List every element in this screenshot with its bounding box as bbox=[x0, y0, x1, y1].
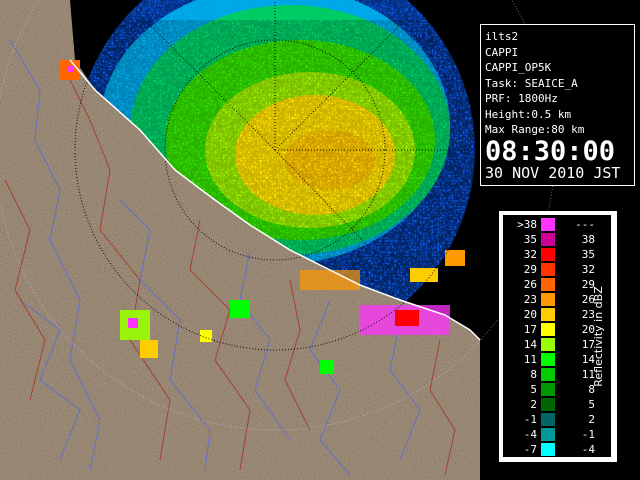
legend-lower-bound: 26 bbox=[523, 278, 537, 291]
legend-upper-bound: 23 bbox=[581, 308, 595, 321]
legend-color-swatch bbox=[541, 278, 555, 291]
legend-color-swatch bbox=[541, 353, 555, 366]
reflectivity-legend: Reflectivity in dBZ >38 --- 35 38 32 35 29 32 26… bbox=[498, 210, 618, 463]
legend-color-swatch bbox=[541, 218, 555, 231]
info-panel: ilts2 CAPPI CAPPI_OP5K Task: SEAICE_A PR… bbox=[480, 24, 635, 186]
legend-color-swatch bbox=[541, 338, 555, 351]
legend-upper-bound: 17 bbox=[581, 338, 595, 351]
legend-upper-bound: 2 bbox=[588, 413, 595, 426]
observation-date: 30 NOV 2010 JST bbox=[485, 163, 621, 182]
legend-upper-bound: 38 bbox=[581, 233, 595, 246]
legend-upper-bound: 32 bbox=[581, 263, 595, 276]
legend-lower-bound: 35 bbox=[523, 233, 537, 246]
legend-color-swatch bbox=[541, 308, 555, 321]
legend-row: >38 --- bbox=[503, 217, 597, 232]
legend-color-swatch bbox=[541, 383, 555, 396]
legend-color-swatch bbox=[541, 248, 555, 261]
legend-upper-bound: 29 bbox=[581, 278, 595, 291]
legend-upper-bound: 5 bbox=[588, 398, 595, 411]
legend-lower-bound: 29 bbox=[523, 263, 537, 276]
legend-lower-bound: 20 bbox=[523, 308, 537, 321]
legend-color-swatch bbox=[541, 428, 555, 441]
legend-lower-bound: 2 bbox=[530, 398, 537, 411]
legend-row: 32 35 bbox=[503, 247, 597, 262]
legend-lower-bound: 14 bbox=[523, 338, 537, 351]
legend-lower-bound: 11 bbox=[523, 353, 537, 366]
legend-row: -1 2 bbox=[503, 412, 597, 427]
legend-upper-bound: 14 bbox=[581, 353, 595, 366]
legend-lower-bound: 23 bbox=[523, 293, 537, 306]
legend-lower-bound: 8 bbox=[530, 368, 537, 381]
legend-color-swatch bbox=[541, 413, 555, 426]
legend-lower-bound: -7 bbox=[523, 443, 537, 456]
legend-row: 20 23 bbox=[503, 307, 597, 322]
legend-upper-bound: 8 bbox=[588, 383, 595, 396]
legend-lower-bound: 32 bbox=[523, 248, 537, 261]
legend-upper-bound: --- bbox=[575, 218, 595, 231]
task-label: Task: SEAICE_A bbox=[485, 76, 578, 90]
product-type: CAPPI bbox=[485, 45, 519, 59]
legend-upper-bound: 26 bbox=[581, 293, 595, 306]
legend-row: 14 17 bbox=[503, 337, 597, 352]
legend-row: 8 11 bbox=[503, 367, 597, 382]
prf-label: PRF: 1800Hz bbox=[485, 92, 558, 105]
legend-row: 11 14 bbox=[503, 352, 597, 367]
legend-row: 17 20 bbox=[503, 322, 597, 337]
legend-row: -4 -1 bbox=[503, 427, 597, 442]
legend-upper-bound: -1 bbox=[581, 428, 595, 441]
legend-color-swatch bbox=[541, 398, 555, 411]
product-name: CAPPI_OP5K bbox=[485, 61, 552, 74]
legend-upper-bound: 35 bbox=[581, 248, 595, 261]
legend-row: 29 32 bbox=[503, 262, 597, 277]
legend-row: 35 38 bbox=[503, 232, 597, 247]
legend-row: -7 -4 bbox=[503, 442, 597, 457]
legend-lower-bound: 17 bbox=[523, 323, 537, 336]
legend-color-swatch bbox=[541, 323, 555, 336]
station-name: ilts2 bbox=[485, 30, 519, 43]
observation-time: 08:30:00 bbox=[485, 135, 616, 167]
legend-lower-bound: -4 bbox=[523, 428, 537, 441]
legend-upper-bound: 20 bbox=[581, 323, 595, 336]
legend-body: Reflectivity in dBZ >38 --- 35 38 32 35 29 32 26… bbox=[503, 215, 611, 457]
legend-lower-bound: >38 bbox=[517, 218, 537, 231]
legend-lower-bound: -1 bbox=[523, 413, 537, 426]
legend-color-swatch bbox=[541, 443, 555, 456]
legend-color-swatch bbox=[541, 263, 555, 276]
legend-row: 26 29 bbox=[503, 277, 597, 292]
legend-color-swatch bbox=[541, 368, 555, 381]
legend-row: 23 26 bbox=[503, 292, 597, 307]
legend-row: 58 bbox=[503, 382, 597, 397]
legend-lower-bound: 5 bbox=[530, 383, 537, 396]
legend-color-swatch bbox=[541, 233, 555, 246]
legend-color-swatch bbox=[541, 293, 555, 306]
height-label: Height:0.5 km bbox=[485, 107, 572, 121]
legend-upper-bound: -4 bbox=[581, 443, 595, 456]
legend-upper-bound: 11 bbox=[581, 368, 595, 381]
legend-row: 25 bbox=[503, 397, 597, 412]
